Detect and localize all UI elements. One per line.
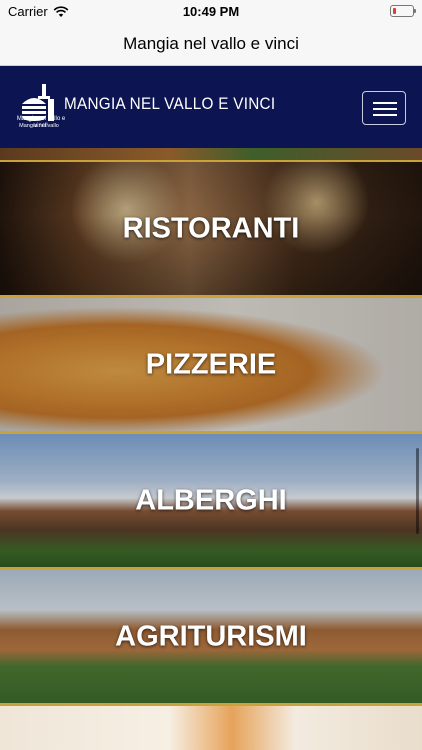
site-header: Mangia nel vallo Mangia nel vallo e vinc… xyxy=(0,66,422,148)
nav-title: Mangia nel vallo e vinci xyxy=(123,33,299,53)
category-tile-partial-bottom[interactable] xyxy=(0,706,422,750)
hamburger-icon-bar xyxy=(373,108,397,110)
category-label: AGRITURISMI xyxy=(115,620,307,652)
category-tile-pizzerie[interactable]: PIZZERIE xyxy=(0,298,422,431)
category-label: RISTORANTI xyxy=(122,212,300,244)
hamburger-icon xyxy=(373,102,397,104)
category-tile-ristoranti[interactable]: RISTORANTI xyxy=(0,162,422,295)
category-label: ALBERGHI xyxy=(135,484,287,516)
hamburger-icon-bar xyxy=(373,114,397,116)
category-tile-agriturismi[interactable]: AGRITURISMI xyxy=(0,570,422,703)
status-time: 10:49 PM xyxy=(182,4,240,19)
battery-icon xyxy=(390,5,416,17)
site-name[interactable]: MANGIA NEL VALLO E VINCI xyxy=(64,94,275,114)
navigation-bar: Mangia nel vallo e vinci xyxy=(0,22,422,66)
menu-button[interactable] xyxy=(362,91,406,125)
category-tile-alberghi[interactable]: ALBERGHI xyxy=(0,434,422,567)
category-list: RISTORANTI PIZZERIE ALBERGHI AGRITURISMI xyxy=(0,148,422,750)
scroll-indicator[interactable] xyxy=(416,448,419,534)
category-label: PIZZERIE xyxy=(145,348,277,380)
logo-caption: Mangia nel vallo e vinci! xyxy=(16,116,66,129)
battery-level xyxy=(393,8,396,14)
category-tile-partial[interactable] xyxy=(0,148,422,160)
status-bar: Carrier 10:49 PM xyxy=(0,0,422,22)
